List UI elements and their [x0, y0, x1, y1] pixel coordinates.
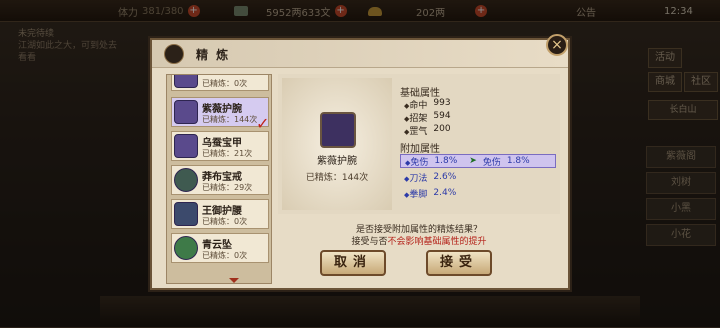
new-result-icon: ➤ — [469, 156, 477, 166]
item-count: 已精炼：21次 — [202, 149, 253, 158]
prompt-note-text: 接受与否 — [351, 237, 388, 247]
item-count: 已精炼：0次 — [202, 217, 248, 226]
extra-attr-row-selected[interactable]: 免伤 1.8% ➤ 免伤 1.8% — [400, 154, 556, 168]
list-item[interactable]: 王御护腰 已精炼：0次 — [171, 199, 269, 229]
new-attr-value: 1.8% — [506, 156, 530, 166]
list-item[interactable]: 青云坠 已精炼：0次 — [171, 233, 269, 263]
pendant-icon — [174, 236, 198, 260]
item-name: 王御护腰 — [202, 206, 242, 217]
prompt-note-highlight: 不会影响基础属性的提升 — [387, 237, 487, 247]
item-count: 已精炼：0次 — [202, 251, 248, 260]
dialog-title-bar: 精 炼 — [152, 40, 568, 68]
base-attr-row: 命中 993 — [404, 98, 451, 111]
item-count: 已精炼：0次 — [202, 79, 248, 88]
attr-value: 200 — [433, 124, 451, 134]
accept-button[interactable]: 接受 — [426, 250, 492, 276]
attr-value: 594 — [433, 111, 451, 121]
item-name: 青云坠 — [202, 240, 232, 251]
prompt-note: 接受与否不会影响基础属性的提升 — [278, 234, 560, 247]
refine-emblem-icon — [164, 44, 184, 64]
preview-name: 紫薇护腕 — [317, 156, 357, 167]
equipment-list[interactable]: 已精炼：0次 紫薇护腕 已精炼：144次 乌蚕宝甲 已精炼：21次 莽布宝戒 已… — [166, 74, 272, 284]
attr-name: 刀法 — [404, 171, 427, 184]
extra-attr-row: 拳脚 2.4% — [400, 186, 556, 200]
new-attr-name: 免伤 — [482, 157, 501, 168]
preview-count: 已精炼：144次 — [305, 173, 369, 183]
attr-name: 罡气 — [404, 124, 427, 137]
dialog-title: 精 炼 — [196, 48, 231, 62]
attr-name: 拳脚 — [404, 187, 427, 200]
item-name: 莽布宝戒 — [202, 172, 242, 183]
ring-icon — [174, 168, 198, 192]
base-attr-row: 罡气 200 — [404, 124, 451, 137]
cancel-button[interactable]: 取消 — [320, 250, 386, 276]
extra-attr-row: 刀法 2.6% — [400, 170, 556, 184]
item-preview: 紫薇护腕 已精炼：144次 — [282, 78, 392, 210]
item-name: 乌蚕宝甲 — [202, 138, 242, 149]
checkmark-icon: ✓ — [256, 114, 270, 133]
base-attr-title: 基础属性 — [400, 88, 440, 99]
attr-name: 招架 — [404, 111, 427, 124]
extra-attr-title: 附加属性 — [400, 144, 440, 155]
attr-value: 993 — [433, 98, 451, 108]
close-button[interactable]: × — [546, 34, 568, 56]
bracer-icon — [320, 112, 356, 148]
refine-detail: 紫薇护腕 已精炼：144次 基础属性 命中 993 招架 594 罡气 200 … — [278, 74, 560, 214]
attr-value: 2.6% — [433, 172, 457, 182]
list-item[interactable]: 莽布宝戒 已精炼：29次 — [171, 165, 269, 195]
armor-icon — [174, 134, 198, 158]
attr-name: 免伤 — [405, 155, 428, 168]
belt-icon — [174, 202, 198, 226]
list-item-selected[interactable]: 紫薇护腕 已精炼：144次 — [171, 97, 269, 127]
bracer-icon — [174, 100, 198, 124]
item-count: 已精炼：144次 — [202, 115, 258, 124]
scroll-down-icon[interactable] — [229, 278, 239, 283]
item-name: 紫薇护腕 — [202, 104, 242, 115]
attr-value: 2.4% — [433, 188, 457, 198]
refine-dialog: 精 炼 × 已精炼：0次 紫薇护腕 已精炼：144次 乌蚕宝甲 已精炼：21次 … — [150, 34, 570, 290]
list-item[interactable]: 乌蚕宝甲 已精炼：21次 — [171, 131, 269, 161]
attr-name: 命中 — [404, 98, 427, 111]
base-attr-row: 招架 594 — [404, 111, 451, 124]
attr-value: 1.8% — [434, 156, 458, 166]
equipment-icon — [174, 75, 198, 88]
item-count: 已精炼：29次 — [202, 183, 253, 192]
list-item[interactable]: 已精炼：0次 — [171, 75, 269, 91]
